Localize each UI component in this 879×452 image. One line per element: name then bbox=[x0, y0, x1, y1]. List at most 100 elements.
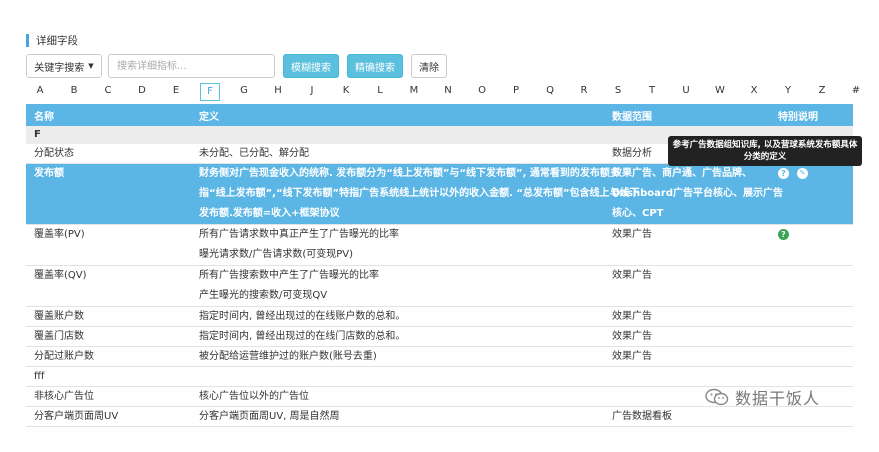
cell-name: fff bbox=[34, 367, 44, 387]
cell-definition: 分客户端页面周UV, 周是自然周 bbox=[199, 407, 340, 427]
table-row[interactable]: fff bbox=[26, 367, 853, 387]
cell-scope: 效果广告 bbox=[612, 307, 652, 327]
table-row[interactable]: 覆盖门店数 指定时间内, 曾经出现过的在线门店数的总和。 效果广告 bbox=[26, 327, 853, 347]
letter-filter-m[interactable]: M bbox=[404, 83, 424, 101]
letter-filter-d[interactable]: D bbox=[132, 83, 152, 101]
cell-definition: 核心广告位以外的广告位 bbox=[199, 387, 309, 407]
cell-scope: 数据分析 bbox=[612, 144, 652, 164]
cell-scope: 广告数据看板 bbox=[612, 407, 672, 427]
exact-search-button[interactable]: 精确搜索 bbox=[347, 54, 403, 78]
cell-name: 发布额 bbox=[34, 164, 64, 184]
letter-filter-a[interactable]: A bbox=[30, 83, 50, 101]
letter-filter-x[interactable]: X bbox=[744, 83, 764, 101]
search-toolbar: 关键字搜索 ▼ 模糊搜索 精确搜索 清除 bbox=[26, 54, 447, 78]
cell-definition: 所有广告请求数中真正产生了广告曝光的比率 曝光请求数/广告请求数(可变现PV) bbox=[199, 225, 399, 265]
letter-filter-n[interactable]: N bbox=[438, 83, 458, 101]
letter-filter-h[interactable]: H bbox=[268, 83, 288, 101]
letter-filter-s[interactable]: S bbox=[608, 83, 628, 101]
definition-line: 产生曝光的搜索数/可变现QV bbox=[199, 290, 328, 301]
cell-scope: 效果广告 bbox=[612, 347, 652, 367]
definition-line: 所有广告搜索数中产生了广告曝光的比率 bbox=[199, 270, 379, 281]
cell-name: 覆盖账户数 bbox=[34, 307, 84, 327]
letter-filter-o[interactable]: O bbox=[472, 83, 492, 101]
field-name: 非核心广告位 bbox=[34, 391, 94, 402]
cell-scope: 效果广告 bbox=[612, 225, 652, 245]
scope-line: 效果广告 bbox=[612, 270, 652, 281]
definition-line: 分客户端页面周UV, 周是自然周 bbox=[199, 411, 340, 422]
section-header: 详细字段 bbox=[26, 33, 78, 47]
letter-filter-p[interactable]: P bbox=[506, 83, 526, 101]
definition-line: 财务侧对广告现金收入的统称. 发布额分为“线上发布额”与“线下发布额”, 通常看… bbox=[199, 168, 620, 179]
definition-line: 指定时间内, 曾经出现过的在线门店数的总和。 bbox=[199, 331, 406, 342]
letter-filter-l[interactable]: L bbox=[370, 83, 390, 101]
field-name: 发布额 bbox=[34, 168, 64, 179]
scope-line: 数据分析 bbox=[612, 148, 652, 159]
letter-filter-t[interactable]: T bbox=[642, 83, 662, 101]
search-mode-dropdown[interactable]: 关键字搜索 ▼ bbox=[26, 54, 102, 78]
scope-line: 效果广告 bbox=[612, 331, 652, 342]
clear-button[interactable]: 清除 bbox=[411, 54, 447, 78]
search-input[interactable] bbox=[108, 54, 275, 78]
table-row[interactable]: 发布额 财务侧对广告现金收入的统称. 发布额分为“线上发布额”与“线下发布额”, … bbox=[26, 164, 853, 225]
cell-definition: 指定时间内, 曾经出现过的在线门店数的总和。 bbox=[199, 327, 405, 347]
letter-filter-b[interactable]: B bbox=[64, 83, 84, 101]
watermark-text: 数据干饭人 bbox=[735, 389, 821, 408]
scope-line: 效果广告 bbox=[612, 351, 652, 362]
tooltip-arrow bbox=[776, 162, 784, 166]
cell-name: 分客户端页面周UV bbox=[34, 407, 118, 427]
letter-filter-k[interactable]: K bbox=[336, 83, 356, 101]
letter-filter-y[interactable]: Y bbox=[778, 83, 798, 101]
letter-filter-f[interactable]: F bbox=[200, 83, 220, 101]
field-name: 覆盖门店数 bbox=[34, 331, 84, 342]
cell-definition: 财务侧对广告现金收入的统称. 发布额分为“线上发布额”与“线下发布额”, 通常看… bbox=[199, 164, 640, 224]
field-name: 覆盖率(QV) bbox=[34, 270, 87, 281]
letter-filter-u[interactable]: U bbox=[676, 83, 696, 101]
cell-name: 覆盖率(PV) bbox=[34, 225, 85, 245]
table-row[interactable]: 覆盖率(QV) 所有广告搜索数中产生了广告曝光的比率 产生曝光的搜索数/可变现QV 效… bbox=[26, 266, 853, 307]
tooltip: 参考广告数据组知识库, 以及营球系统发布额具体分类的定义 bbox=[668, 136, 862, 166]
cell-scope: 效果广告 bbox=[612, 327, 652, 347]
letter-filter-e[interactable]: E bbox=[166, 83, 186, 101]
definition-line: 被分配给运营维护过的账户数(账号去重) bbox=[199, 351, 377, 362]
letter-filter-q[interactable]: Q bbox=[540, 83, 560, 101]
header-notes: 特别说明 bbox=[778, 111, 818, 123]
cell-definition: 未分配、已分配、解分配 bbox=[199, 144, 309, 164]
table-header: 名称 定义 数据范围 特别说明 bbox=[26, 104, 853, 126]
scope-line: 效果广告 bbox=[612, 311, 652, 322]
edit-icon[interactable]: ✎ bbox=[797, 168, 808, 179]
alphabet-filter: A B C D E F G H J K L M N O P Q R S T U W X Y Z # bbox=[26, 83, 860, 101]
letter-filter-c[interactable]: C bbox=[98, 83, 118, 101]
header-scope: 数据范围 bbox=[612, 111, 652, 123]
cell-definition: 被分配给运营维护过的账户数(账号去重) bbox=[199, 347, 377, 367]
help-icon[interactable]: ? bbox=[778, 229, 789, 240]
letter-filter-g[interactable]: G bbox=[234, 83, 254, 101]
letter-filter-w[interactable]: W bbox=[710, 83, 730, 101]
definition-line: 核心广告位以外的广告位 bbox=[199, 391, 309, 402]
table-row[interactable]: 分配过账户数 被分配给运营维护过的账户数(账号去重) 效果广告 bbox=[26, 347, 853, 367]
table-row[interactable]: 覆盖账户数 指定时间内, 曾经出现过的在线账户数的总和。 效果广告 bbox=[26, 307, 853, 327]
field-name: 分配过账户数 bbox=[34, 351, 94, 362]
scope-line: Dashboard广告平台核心、展示广告 bbox=[612, 188, 783, 199]
scope-line: 效果广告 bbox=[612, 229, 652, 240]
table-row[interactable]: 分客户端页面周UV 分客户端页面周UV, 周是自然周 广告数据看板 bbox=[26, 407, 853, 427]
letter-filter-r[interactable]: R bbox=[574, 83, 594, 101]
field-name: 分配状态 bbox=[34, 148, 74, 159]
field-name: 分客户端页面周UV bbox=[34, 411, 119, 422]
caret-down-icon: ▼ bbox=[88, 62, 94, 70]
dropdown-label: 关键字搜索 bbox=[34, 62, 85, 74]
scope-line: 效果广告、商户通、广告品牌、 bbox=[612, 168, 752, 179]
cell-definition: 指定时间内, 曾经出现过的在线账户数的总和。 bbox=[199, 307, 405, 327]
fuzzy-search-button[interactable]: 模糊搜索 bbox=[283, 54, 339, 78]
table-row[interactable]: 覆盖率(PV) 所有广告请求数中真正产生了广告曝光的比率 曝光请求数/广告请求数(可… bbox=[26, 225, 853, 266]
field-name: fff bbox=[34, 371, 45, 382]
cell-scope: 效果广告 bbox=[612, 266, 652, 286]
cell-name: 分配状态 bbox=[34, 144, 74, 164]
help-icon[interactable]: ? bbox=[778, 168, 789, 179]
cell-scope: 效果广告、商户通、广告品牌、 Dashboard广告平台核心、展示广告 核心、CPT bbox=[612, 164, 783, 224]
letter-filter-z[interactable]: Z bbox=[812, 83, 832, 101]
letter-filter-hash[interactable]: # bbox=[846, 83, 866, 101]
wechat-icon bbox=[705, 388, 729, 406]
field-name: 覆盖率(PV) bbox=[34, 229, 85, 240]
letter-filter-j[interactable]: J bbox=[302, 83, 322, 101]
definition-line: 未分配、已分配、解分配 bbox=[199, 148, 309, 159]
